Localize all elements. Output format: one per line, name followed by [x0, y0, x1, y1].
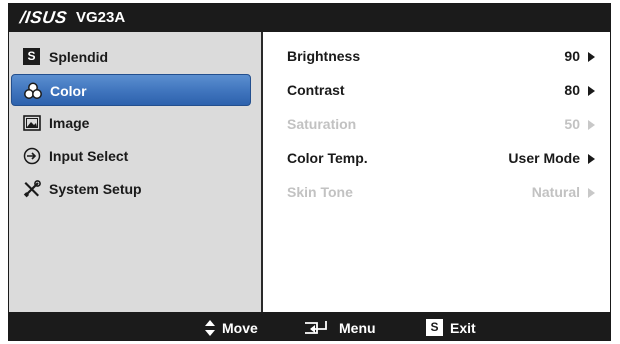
up-down-arrows-icon	[205, 320, 215, 336]
menu-hint: Menu	[303, 319, 393, 337]
setting-value: 80	[564, 82, 580, 98]
setting-name: Brightness	[287, 48, 361, 64]
settings-panel: Brightness 90 Contrast 80 Saturation 50 …	[263, 32, 610, 312]
sidebar: S Splendid Color Image Input Select Syst…	[9, 32, 263, 312]
arrow-right-icon	[588, 52, 595, 62]
setting-name: Contrast	[287, 82, 345, 98]
setting-name: Saturation	[287, 116, 357, 132]
contrast-setting[interactable]: Contrast 80	[263, 78, 610, 102]
skin-tone-setting: Skin Tone Natural	[263, 180, 610, 204]
sidebar-item-label: Image	[49, 115, 90, 131]
footer-bar: Move Menu S Exit	[9, 312, 610, 340]
exit-label: Exit	[450, 320, 476, 336]
sidebar-item-label: Input Select	[49, 148, 129, 164]
sidebar-item-splendid[interactable]: S Splendid	[11, 41, 251, 73]
arrow-right-icon	[588, 188, 595, 198]
setting-name: Color Temp.	[287, 150, 368, 166]
title-bar: /ISUS VG23A	[9, 4, 610, 32]
brightness-setting[interactable]: Brightness 90	[263, 44, 610, 68]
arrow-right-icon	[588, 120, 595, 130]
exit-hint: S Exit	[426, 319, 496, 337]
color-circles-icon	[24, 82, 42, 99]
setting-name: Skin Tone	[287, 184, 353, 200]
setting-value: User Mode	[508, 150, 580, 166]
brand-logo: /ISUS	[18, 8, 69, 27]
arrow-right-icon	[588, 86, 595, 96]
move-hint: Move	[204, 319, 274, 337]
model-name: VG23A	[76, 9, 126, 26]
sidebar-item-system-setup[interactable]: System Setup	[11, 173, 251, 205]
sidebar-item-image[interactable]: Image	[11, 107, 251, 139]
saturation-setting: Saturation 50	[263, 112, 610, 136]
input-select-icon	[23, 147, 41, 165]
menu-label: Menu	[339, 320, 376, 336]
splendid-s-icon: S	[426, 319, 443, 336]
color-temp-setting[interactable]: Color Temp. User Mode	[263, 146, 610, 170]
wrench-screwdriver-icon	[23, 180, 41, 198]
arrow-right-icon	[588, 154, 595, 164]
sidebar-item-color[interactable]: Color	[11, 74, 251, 106]
setting-value: 50	[564, 116, 580, 132]
image-icon	[23, 115, 41, 131]
sidebar-item-label: Color	[50, 83, 87, 99]
osd-menu: /ISUS VG23A S Splendid Color Image Input…	[8, 3, 611, 341]
setting-value: Natural	[531, 184, 580, 200]
splendid-s-icon: S	[23, 48, 40, 65]
sidebar-item-label: Splendid	[49, 49, 109, 65]
move-label: Move	[222, 320, 258, 336]
sidebar-item-label: System Setup	[49, 181, 142, 197]
setting-value: 90	[564, 48, 580, 64]
sidebar-item-input-select[interactable]: Input Select	[11, 140, 251, 172]
enter-icon	[305, 321, 327, 334]
